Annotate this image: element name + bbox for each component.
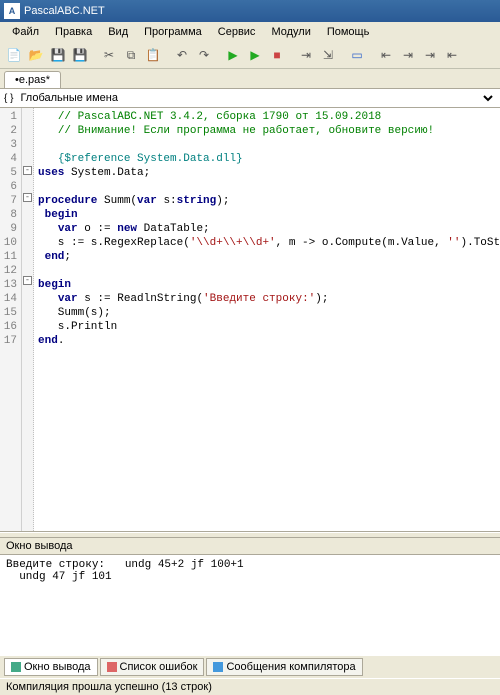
bottom-tab[interactable]: Окно вывода [4, 658, 98, 676]
file-tabbar: •e.pas* [0, 69, 500, 89]
tab-label: Сообщения компилятора [226, 661, 355, 673]
code-area[interactable]: // PascalABC.NET 3.4.2, сборка 1790 от 1… [34, 108, 500, 531]
bottom-tab[interactable]: Сообщения компилятора [206, 658, 362, 676]
menu-item[interactable]: Модули [263, 24, 318, 40]
undo-icon[interactable]: ↶ [172, 45, 192, 65]
indent-icon[interactable]: ⇥ [420, 45, 440, 65]
save-icon[interactable]: 💾 [48, 45, 68, 65]
redo-icon[interactable]: ↷ [194, 45, 214, 65]
stop-icon[interactable]: ■ [267, 45, 287, 65]
tab-icon [11, 662, 21, 672]
form-icon[interactable]: ▭ [347, 45, 367, 65]
save-all-icon[interactable]: 💾 [70, 45, 90, 65]
file-tab-label: •e.pas* [15, 74, 50, 86]
open-icon[interactable]: 📂 [26, 45, 46, 65]
file-tab[interactable]: •e.pas* [4, 71, 61, 88]
window-title: PascalABC.NET [24, 5, 105, 17]
tab-icon [213, 662, 223, 672]
bottom-tabs: Окно вывода Список ошибок Сообщения компил… [0, 655, 500, 678]
fold-toggle[interactable]: - [23, 276, 32, 285]
line-gutter: 1 2 3 4 5 6 7 8 9 10 11 12 13 14 15 16 1… [0, 108, 22, 531]
menu-item[interactable]: Файл [4, 24, 47, 40]
nav-back-icon[interactable]: ⇤ [376, 45, 396, 65]
menu-item[interactable]: Правка [47, 24, 100, 40]
fold-toggle[interactable]: - [23, 193, 32, 202]
nav-fwd-icon[interactable]: ⇥ [398, 45, 418, 65]
tab-label: Окно вывода [24, 661, 91, 673]
toolbar: 📄📂💾💾✂⧉📋↶↷▶▶■⇥⇲▭⇤⇥⇥⇤ [0, 42, 500, 69]
menu-item[interactable]: Программа [136, 24, 210, 40]
statusbar: Компиляция прошла успешно (13 строк) [0, 678, 500, 695]
menu-item[interactable]: Сервис [210, 24, 264, 40]
cut-icon[interactable]: ✂ [99, 45, 119, 65]
names-dropdown-row: { } Глобальные имена [0, 89, 500, 108]
new-file-icon[interactable]: 📄 [4, 45, 24, 65]
output-header: Окно вывода [0, 538, 500, 555]
menu-item[interactable]: Вид [100, 24, 136, 40]
app-icon: A [4, 3, 20, 19]
output-title: Окно вывода [6, 540, 73, 552]
run-debug-icon[interactable]: ▶ [245, 45, 265, 65]
names-dropdown[interactable]: Глобальные имена [16, 91, 496, 105]
status-text: Компиляция прошла успешно (13 строк) [6, 681, 212, 693]
step-over-icon[interactable]: ⇲ [318, 45, 338, 65]
bottom-tab[interactable]: Список ошибок [100, 658, 205, 676]
run-icon[interactable]: ▶ [223, 45, 243, 65]
tab-icon [107, 662, 117, 672]
titlebar: A PascalABC.NET [0, 0, 500, 22]
tab-label: Список ошибок [120, 661, 198, 673]
fold-gutter[interactable]: - - - [22, 108, 34, 531]
editor[interactable]: 1 2 3 4 5 6 7 8 9 10 11 12 13 14 15 16 1… [0, 108, 500, 532]
fold-toggle[interactable]: - [23, 166, 32, 175]
braces-icon: { } [4, 93, 13, 104]
output-body: Введите строку: undg 45+2 jf 100+1 undg … [0, 555, 500, 655]
step-into-icon[interactable]: ⇥ [296, 45, 316, 65]
menu-item[interactable]: Помощь [319, 24, 378, 40]
paste-icon[interactable]: 📋 [143, 45, 163, 65]
outdent-icon[interactable]: ⇤ [442, 45, 462, 65]
copy-icon[interactable]: ⧉ [121, 45, 141, 65]
menubar: ФайлПравкаВидПрограммаСервисМодулиПомощь [0, 22, 500, 42]
